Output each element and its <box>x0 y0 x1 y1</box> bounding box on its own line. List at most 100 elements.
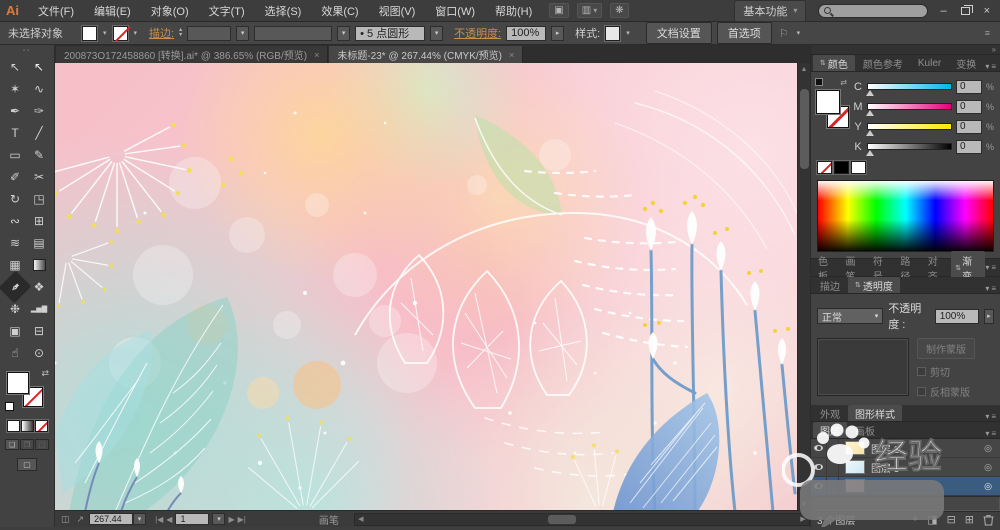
horizontal-scrollbar[interactable]: ◀ ▶ <box>353 512 810 526</box>
cyan-value-field[interactable]: 0 <box>956 79 982 94</box>
gradient-button[interactable] <box>20 420 34 432</box>
opacity-link[interactable]: 不透明度: <box>454 25 501 41</box>
search-input[interactable] <box>818 3 929 18</box>
status-misc-icon[interactable]: ◫ <box>59 514 72 525</box>
panel-grip[interactable]: ▪▪ <box>23 47 31 55</box>
menu-edit[interactable]: 编辑(E) <box>85 1 140 21</box>
layer-row-2[interactable]: 图层 2 ◎ <box>811 439 1000 458</box>
launch-icon[interactable]: ↗ <box>75 514 87 525</box>
menu-view[interactable]: 视图(V) <box>370 1 425 21</box>
fill-swatch[interactable] <box>816 90 840 114</box>
draw-behind-button[interactable]: ❐ <box>20 439 34 450</box>
slider-handle[interactable] <box>866 130 874 136</box>
chevron-down-icon[interactable]: ▾ <box>796 29 802 37</box>
vertical-scroll-thumb[interactable] <box>799 89 809 169</box>
zoom-tool[interactable]: ⊙ <box>27 342 51 364</box>
gradient-tool[interactable] <box>27 254 51 276</box>
paintbrush-pen-tool[interactable]: ✑ <box>27 100 51 122</box>
rectangle-tool[interactable]: ▭ <box>3 144 27 166</box>
direct-selection-tool[interactable]: ↖ <box>27 56 51 78</box>
scissors-tool[interactable]: ✂ <box>27 166 51 188</box>
previous-artboard-icon[interactable]: ◀ <box>166 515 172 524</box>
default-fill-stroke-icon[interactable] <box>815 78 823 86</box>
opacity-spin-button[interactable]: ▸ <box>983 308 994 324</box>
brush-definition-field[interactable]: • 5 点圆形 <box>355 25 426 41</box>
visibility-toggle[interactable] <box>811 439 827 457</box>
tab-transform[interactable]: 变换 <box>949 55 983 71</box>
slider-handle[interactable] <box>866 110 874 116</box>
restore-button[interactable] <box>960 4 973 15</box>
minimize-button[interactable]: – <box>940 5 946 17</box>
chevron-down-icon[interactable]: ▾ <box>337 25 351 41</box>
clipping-mask-icon[interactable]: ◨ <box>927 513 937 526</box>
yellow-slider[interactable] <box>866 123 952 136</box>
delete-layer-icon[interactable] <box>983 514 994 526</box>
zoom-level-dropdown[interactable]: ▾ <box>133 513 147 525</box>
slider-handle[interactable] <box>866 150 874 156</box>
zoom-level-field[interactable]: 267.44 <box>89 513 134 525</box>
brush-tool[interactable]: ✎ <box>27 144 51 166</box>
blob-brush-tool[interactable]: ✐ <box>3 166 27 188</box>
screen-mode-button[interactable]: ▢ <box>17 458 37 471</box>
magenta-slider[interactable] <box>866 103 952 116</box>
make-mask-button[interactable]: 制作蒙版 <box>917 338 975 359</box>
workspace-switcher[interactable]: 基本功能 ▾ <box>734 0 807 22</box>
menu-file[interactable]: 文件(F) <box>29 1 83 21</box>
none-swatch[interactable] <box>817 161 832 174</box>
white-swatch[interactable] <box>851 161 866 174</box>
invert-mask-checkbox[interactable]: 反相蒙版 <box>917 384 975 399</box>
stroke-weight-field[interactable] <box>187 25 232 41</box>
close-icon[interactable]: × <box>314 50 319 60</box>
layer-row-3[interactable]: 图层 3 ◎ <box>811 458 1000 477</box>
locate-object-icon[interactable]: ⌖ <box>912 513 918 526</box>
horizontal-scroll-thumb[interactable] <box>547 514 576 524</box>
stroke-color-swatch[interactable] <box>112 25 128 41</box>
new-layer-icon[interactable]: ⊞ <box>965 513 974 526</box>
menu-select[interactable]: 选择(S) <box>256 1 311 21</box>
color-spectrum[interactable] <box>817 180 994 252</box>
close-button[interactable]: × <box>984 5 990 17</box>
tab-artboards[interactable]: 画板 <box>848 422 882 438</box>
target-icon[interactable]: ◎ <box>984 462 992 473</box>
opacity-spin-button[interactable]: ▸ <box>551 25 565 41</box>
artboard-number-field[interactable]: 1 <box>175 513 210 525</box>
perspective-grid-tool[interactable]: ▤ <box>27 232 51 254</box>
next-artboard-icon[interactable]: ▶ <box>228 515 234 524</box>
blend-mode-dropdown[interactable]: 正常 ▾ <box>817 308 884 324</box>
hand-tool[interactable]: ☝ <box>3 342 27 364</box>
document-setup-button[interactable]: 文档设置 <box>645 22 712 44</box>
tab-kuler[interactable]: Kuler <box>911 55 948 71</box>
chevron-down-icon[interactable]: ▾ <box>625 29 631 37</box>
bridge-icon[interactable]: ▣ <box>549 3 569 18</box>
document-tab-1[interactable]: 200873O172458860 [转换].ai* @ 386.65% (RGB… <box>56 46 329 63</box>
panel-menu-icon[interactable]: ▾ ≡ <box>985 263 1000 272</box>
free-transform-tool[interactable]: ⊞ <box>27 210 51 232</box>
slice-tool[interactable]: ⊟ <box>27 320 51 342</box>
menu-object[interactable]: 对象(O) <box>142 1 198 21</box>
magic-wand-tool[interactable]: ✶ <box>3 78 27 100</box>
layer-row-selected[interactable]: ◎ <box>811 477 1000 496</box>
clip-checkbox[interactable]: 剪切 <box>917 364 975 379</box>
pen-tool[interactable]: ✒ <box>3 100 27 122</box>
scroll-down-icon[interactable]: ▼ <box>801 498 808 510</box>
target-icon[interactable]: ◎ <box>984 443 992 454</box>
swap-fill-stroke-icon[interactable]: ⇄ <box>41 368 49 379</box>
tab-layers[interactable]: 图层 <box>813 422 847 438</box>
type-tool[interactable]: T <box>3 122 27 144</box>
fill-color-swatch[interactable] <box>82 25 97 41</box>
transparency-opacity-field[interactable]: 100% <box>934 308 979 324</box>
layer-thumbnail[interactable] <box>845 460 865 474</box>
width-tool[interactable]: ∾ <box>3 210 27 232</box>
collapse-dock-icon[interactable]: » <box>992 45 996 54</box>
scroll-left-icon[interactable]: ◀ <box>355 515 367 523</box>
layer-thumbnail[interactable] <box>845 441 865 455</box>
layer-name[interactable]: 图层 2 <box>871 441 984 456</box>
menu-type[interactable]: 文字(T) <box>200 1 254 21</box>
tab-color-guide[interactable]: 颜色参考 <box>856 55 910 71</box>
tab-graphic-styles[interactable]: 图形样式 <box>848 405 902 421</box>
rotate-tool[interactable]: ↻ <box>3 188 27 210</box>
artboard-dropdown[interactable]: ▾ <box>212 513 226 525</box>
menu-window[interactable]: 窗口(W) <box>426 1 484 21</box>
cs-live-icon[interactable]: ❋ <box>610 3 629 18</box>
chevron-down-icon[interactable]: ▾ <box>102 29 108 37</box>
